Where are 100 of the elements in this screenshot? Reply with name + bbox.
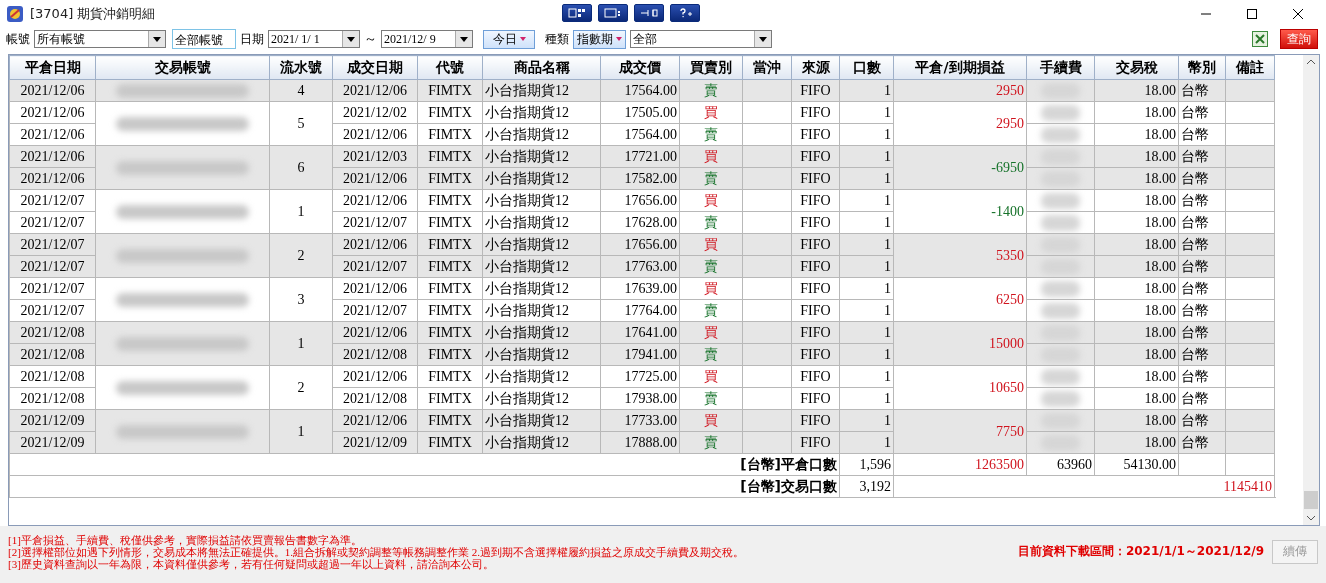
table-cell: FIFO <box>791 387 840 410</box>
table-cell: 3 <box>269 277 333 322</box>
table-cell: 18.00 <box>1094 101 1179 124</box>
table-cell: 買 <box>679 277 743 300</box>
table-cell: 小台指期貨12 <box>482 277 601 300</box>
table-cell: 1 <box>269 321 333 366</box>
table-cell: 18.00 <box>1094 277 1179 300</box>
table-cell: 18.00 <box>1094 211 1179 234</box>
table-cell: 2021/12/07 <box>9 211 96 234</box>
table-cell: 小台指期貨12 <box>482 101 601 124</box>
caret-icon <box>616 37 622 41</box>
query-button[interactable]: 查詢 <box>1280 29 1318 49</box>
column-header[interactable]: 買賣別 <box>679 55 743 80</box>
note-text: [2]選擇權部位如遇下列情形，交易成本將無法正確提供。1.組合拆解或契約調整等帳務調整作業 2.過到期不含選擇權履約損益之原成交手續費及期交稅。 <box>8 545 746 558</box>
scrollbar[interactable] <box>1303 55 1319 525</box>
table-cell: 17628.00 <box>600 211 680 234</box>
table-cell: 18.00 <box>1094 387 1179 410</box>
table-cell: FIFO <box>791 365 840 388</box>
help-icon[interactable] <box>670 4 700 22</box>
column-header[interactable]: 代號 <box>417 55 483 80</box>
table-cell: 5350 <box>893 233 1027 278</box>
table-cell: FIFO <box>791 211 840 234</box>
window-icon[interactable] <box>598 4 628 22</box>
table-cell: 7750 <box>893 409 1027 454</box>
caret-icon[interactable] <box>460 36 468 42</box>
scroll-up-icon[interactable] <box>1306 59 1316 65</box>
table-cell: 17639.00 <box>600 277 680 300</box>
close-icon[interactable] <box>1292 7 1304 20</box>
date-to-picker[interactable]: 2021/12/ 9 <box>381 30 473 48</box>
table-cell: [台幣]交易口數 <box>9 475 840 498</box>
column-header[interactable]: 商品名稱 <box>482 55 601 80</box>
table-cell: 2021/12/07 <box>9 277 96 300</box>
table-cell: FIFO <box>791 299 840 322</box>
scroll-down-icon[interactable] <box>1306 515 1316 521</box>
table-cell: 2021/12/09 <box>9 431 96 454</box>
table-cell: 2021/12/09 <box>9 409 96 432</box>
column-header[interactable]: 成交日期 <box>332 55 418 80</box>
column-header[interactable]: 平倉/到期損益 <box>893 55 1027 80</box>
column-header[interactable]: 平倉日期 <box>9 55 96 80</box>
caret-icon[interactable] <box>759 36 767 42</box>
collapse-icon[interactable] <box>634 4 664 22</box>
table-cell: -6950 <box>893 145 1027 190</box>
table-cell: 賣 <box>679 387 743 410</box>
table-cell: 2021/12/06 <box>9 167 96 190</box>
account-name-field[interactable]: 全部帳號 <box>172 29 236 49</box>
table-cell: 買 <box>679 365 743 388</box>
table-cell: 2021/12/06 <box>9 123 96 146</box>
account-dropdown[interactable]: 所有帳號 <box>34 30 166 48</box>
table-cell: 2021/12/08 <box>9 343 96 366</box>
table-cell: 2021/12/07 <box>9 255 96 278</box>
column-header[interactable]: 手續費 <box>1026 55 1095 80</box>
column-header[interactable]: 口數 <box>839 55 894 80</box>
table-cell: 17505.00 <box>600 101 680 124</box>
table-cell: 2021/12/06 <box>332 365 418 388</box>
type-button[interactable]: 指數期 <box>573 29 626 49</box>
table-cell: 台幣 <box>1178 101 1226 124</box>
today-button[interactable]: 今日 <box>483 29 535 49</box>
table-cell: 6250 <box>893 277 1027 322</box>
column-header[interactable]: 備註 <box>1225 55 1275 80</box>
table-cell: 2950 <box>893 101 1027 146</box>
column-header[interactable]: 當沖 <box>742 55 792 80</box>
table-cell: 賣 <box>679 299 743 322</box>
redaction-blur <box>1041 104 1080 121</box>
table-cell: 台幣 <box>1178 387 1226 410</box>
redaction-blur <box>1041 192 1080 209</box>
table-cell: 17764.00 <box>600 299 680 322</box>
table-cell: 2021/12/08 <box>9 387 96 410</box>
column-header[interactable]: 幣別 <box>1178 55 1226 80</box>
column-header[interactable]: 來源 <box>791 55 840 80</box>
table-cell: 小台指期貨12 <box>482 365 601 388</box>
table-cell: 1 <box>839 365 894 388</box>
caret-icon[interactable] <box>153 36 161 42</box>
table-cell: 17564.00 <box>600 123 680 146</box>
window-title: [3704] 期貨沖銷明細 <box>30 4 156 23</box>
table-cell: 2021/12/07 <box>9 189 96 212</box>
table-cell: FIFO <box>791 189 840 212</box>
table-cell: FIMTX <box>417 277 483 300</box>
scroll-thumb[interactable] <box>1304 491 1318 509</box>
table-cell: 18.00 <box>1094 123 1179 146</box>
table-cell: 2021/12/07 <box>332 299 418 322</box>
table-cell: FIMTX <box>417 387 483 410</box>
column-header[interactable]: 交易稅 <box>1094 55 1179 80</box>
table-cell: 2021/12/08 <box>9 365 96 388</box>
table-cell: 17656.00 <box>600 189 680 212</box>
table-cell: 1 <box>269 189 333 234</box>
table-cell: 2021/12/08 <box>9 321 96 344</box>
table-cell: 2021/12/06 <box>9 101 96 124</box>
table-cell: FIFO <box>791 101 840 124</box>
column-header[interactable]: 成交價 <box>600 55 680 80</box>
table-cell: 小台指期貨12 <box>482 211 601 234</box>
excel-icon[interactable] <box>1252 31 1268 47</box>
layout-icon[interactable] <box>562 4 592 22</box>
table-cell: FIMTX <box>417 123 483 146</box>
type-dropdown[interactable]: 全部 <box>630 30 772 48</box>
column-header[interactable]: 流水號 <box>269 55 333 80</box>
column-header[interactable]: 交易帳號 <box>95 55 270 80</box>
maximize-icon[interactable] <box>1246 7 1258 20</box>
caret-icon[interactable] <box>347 36 355 42</box>
table-cell: 17725.00 <box>600 365 680 388</box>
date-from-picker[interactable]: 2021/ 1/ 1 <box>268 30 360 48</box>
